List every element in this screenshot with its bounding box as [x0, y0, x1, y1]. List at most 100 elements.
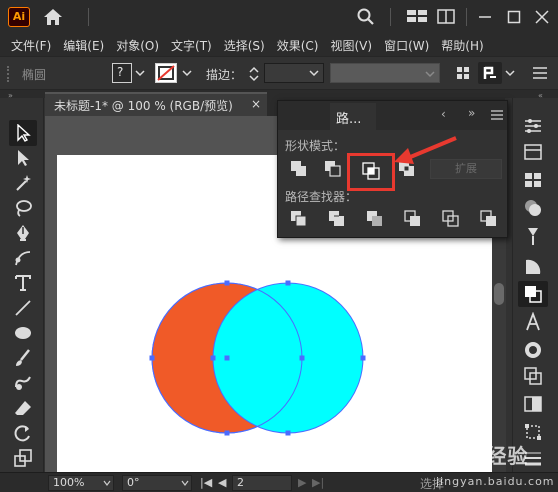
trim-icon[interactable]	[326, 208, 348, 230]
document-tab[interactable]: 未标题-1* @ 100 % (RGB/预览) ×	[45, 92, 267, 116]
menu-help[interactable]: 帮助(H)	[441, 37, 483, 54]
watermark: Bai✽经验 jingyan.baidu.com	[430, 440, 554, 488]
fill-swatch[interactable]: ?	[112, 63, 132, 83]
shape-modes-label: 形状模式：	[285, 139, 346, 153]
right-panel-dock	[512, 98, 558, 476]
menu-window[interactable]: 窗口(W)	[384, 37, 429, 54]
appearance-icon[interactable]	[522, 198, 544, 218]
arrange-documents-icon[interactable]	[436, 8, 456, 26]
color-guide-icon[interactable]	[522, 340, 544, 360]
align-icon[interactable]	[455, 65, 471, 81]
crop-icon[interactable]	[402, 208, 424, 230]
right-circle[interactable]	[212, 282, 364, 434]
chevron-down-icon[interactable]	[309, 69, 319, 77]
workspace-layout-icon[interactable]	[406, 8, 428, 26]
rotate-icon[interactable]	[13, 423, 33, 443]
artboard-number-field[interactable]: 2	[232, 475, 292, 491]
title-separator	[88, 8, 89, 26]
panel-menu-icon[interactable]	[532, 66, 548, 80]
divide-icon[interactable]	[288, 208, 310, 230]
anchor-point[interactable]	[149, 355, 155, 361]
minimize-icon[interactable]	[478, 8, 492, 26]
eraser-icon[interactable]	[13, 398, 33, 418]
pathfinder-tab[interactable]: 路...	[330, 103, 376, 130]
curvature-icon[interactable]	[13, 248, 33, 268]
menu-view[interactable]: 视图(V)	[330, 37, 372, 54]
panel-menu-icon[interactable]	[491, 110, 503, 120]
chevron-down-icon[interactable]	[505, 69, 515, 77]
merge-icon[interactable]	[364, 208, 386, 230]
pen-icon[interactable]	[13, 223, 33, 243]
properties-icon[interactable]	[522, 116, 544, 136]
magic-wand-icon[interactable]	[13, 173, 33, 193]
close-document-icon[interactable]: ×	[251, 97, 261, 111]
home-icon[interactable]	[42, 7, 64, 27]
brushes-icon[interactable]	[522, 226, 544, 246]
menu-bar: 文件(F) 编辑(E) 对象(O) 文字(T) 选择(S) 效果(C) 视图(V…	[0, 34, 558, 56]
center-point	[224, 355, 230, 361]
menu-object[interactable]: 对象(O)	[116, 37, 159, 54]
line-segment-icon[interactable]	[13, 298, 33, 318]
artwork[interactable]	[140, 276, 372, 440]
pathfinder-panel-button[interactable]	[518, 281, 548, 307]
chevron-down-icon[interactable]	[135, 69, 145, 77]
anchor-point[interactable]	[224, 430, 230, 436]
chevron-down-icon[interactable]	[181, 480, 189, 486]
minus-front-icon[interactable]	[322, 158, 344, 180]
menu-type[interactable]: 文字(T)	[171, 37, 212, 54]
scale-icon[interactable]	[13, 448, 33, 468]
ellipse-icon[interactable]	[13, 323, 33, 343]
last-artboard-icon[interactable]: ▶|	[312, 476, 324, 489]
anchor-point[interactable]	[299, 355, 305, 361]
previous-artboard-icon[interactable]: ◀	[218, 476, 226, 489]
minus-back-icon[interactable]	[478, 208, 500, 230]
anchor-point[interactable]	[210, 355, 216, 361]
pathfinder-panel: 路... ‹ » 形状模式： 扩展 路径查找器：	[277, 100, 508, 238]
first-artboard-icon[interactable]: |◀	[200, 476, 212, 489]
transform-button[interactable]	[478, 62, 502, 84]
panel-grip[interactable]	[7, 66, 11, 82]
anchor-point[interactable]	[360, 355, 366, 361]
title-separator	[466, 8, 467, 26]
chevron-down-icon[interactable]	[182, 69, 192, 77]
character-icon[interactable]	[522, 312, 544, 332]
anchor-point[interactable]	[224, 280, 230, 286]
watermark-url: jingyan.baidu.com	[436, 475, 555, 488]
direct-selection-icon[interactable]	[13, 148, 33, 168]
shaper-icon[interactable]	[13, 373, 33, 393]
lasso-icon[interactable]	[13, 198, 33, 218]
next-artboard-icon[interactable]: ▶	[298, 476, 306, 489]
maximize-icon[interactable]	[507, 8, 521, 26]
chevron-down-icon[interactable]	[103, 480, 111, 486]
outline-icon[interactable]	[440, 208, 462, 230]
anchor-point[interactable]	[285, 280, 291, 286]
symbols-icon[interactable]	[522, 256, 544, 276]
unite-icon[interactable]	[288, 158, 310, 180]
type-icon[interactable]	[13, 273, 33, 293]
close-icon[interactable]	[535, 8, 549, 26]
expand-panel-icon[interactable]: »	[468, 106, 475, 120]
search-icon[interactable]	[356, 8, 376, 26]
stroke-stepper-icon[interactable]	[248, 64, 260, 84]
menu-edit[interactable]: 编辑(E)	[63, 37, 104, 54]
scrollbar-thumb[interactable]	[494, 283, 504, 305]
gradient-icon[interactable]	[522, 394, 544, 414]
artboards-icon[interactable]	[522, 366, 544, 386]
transform-icon	[483, 66, 496, 79]
swatches-icon[interactable]	[522, 170, 544, 190]
title-bar: Ai	[0, 0, 558, 34]
none-stroke-icon	[157, 65, 175, 81]
variable-width-profile[interactable]	[330, 63, 440, 83]
stroke-swatch[interactable]	[155, 63, 177, 83]
document-tab-label: 未标题-1* @ 100 % (RGB/预览)	[54, 99, 233, 113]
anchor-point[interactable]	[285, 430, 291, 436]
transform-panel-icon[interactable]	[522, 422, 544, 442]
menu-effect[interactable]: 效果(C)	[277, 37, 319, 54]
menu-select[interactable]: 选择(S)	[224, 37, 265, 54]
menu-file[interactable]: 文件(F)	[11, 37, 51, 54]
paintbrush-icon[interactable]	[13, 348, 33, 368]
pathfinders-label: 路径查找器：	[285, 190, 358, 204]
collapse-panel-icon[interactable]: ‹	[441, 107, 446, 121]
selection-tool[interactable]	[9, 120, 37, 146]
layers-icon[interactable]	[522, 142, 544, 162]
